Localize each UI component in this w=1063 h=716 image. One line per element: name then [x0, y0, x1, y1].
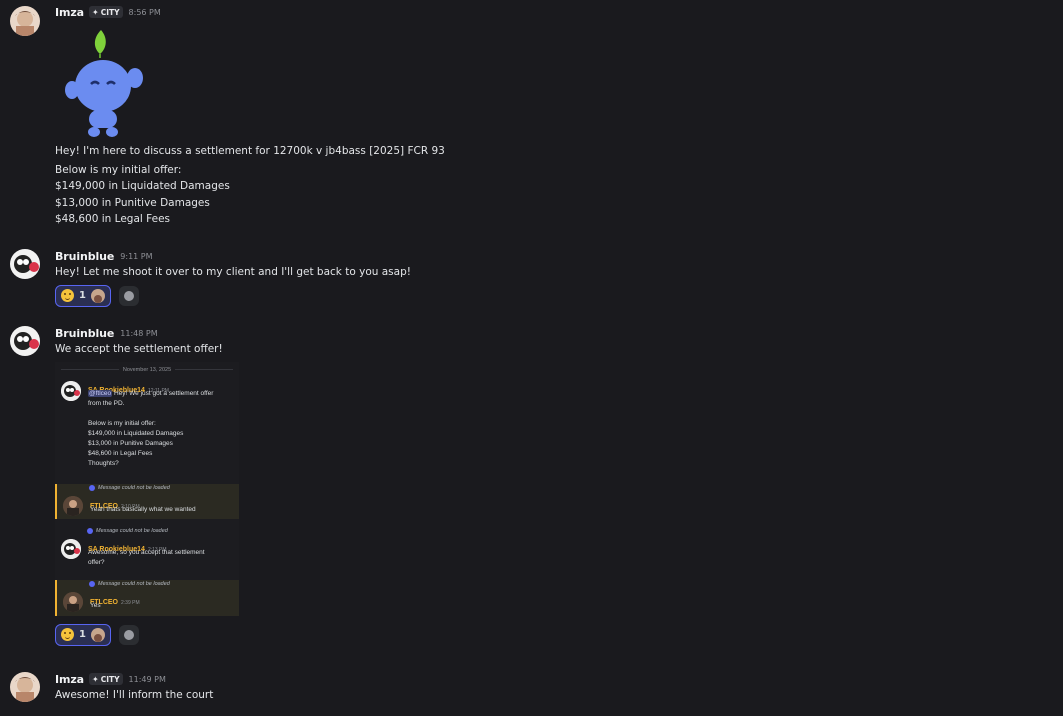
message-text: Awesome! I'll inform the court [55, 689, 214, 701]
message-text: Hey! I'm here to discuss a settlement fo… [55, 145, 445, 157]
reaction-button[interactable]: 1 [55, 623, 111, 646]
guild-tag[interactable]: ✦ CITY [88, 673, 123, 685]
slightly-smiling-face-icon [61, 628, 74, 641]
reaction-button[interactable]: 1 [55, 284, 111, 307]
add-reaction-button[interactable] [118, 624, 139, 645]
avatar[interactable] [10, 326, 40, 356]
avatar [61, 380, 81, 401]
reply-icon [89, 580, 95, 587]
message-text: $13,000 in Punitive Damages [55, 196, 210, 209]
message-text: $149,000 in Liquidated Damages [55, 180, 230, 192]
message-header: Imza ✦ CITY 11:49 PM [55, 671, 1043, 687]
message-header: Imza ✦ CITY 8:56 PM [55, 4, 1043, 20]
reply-icon [89, 484, 95, 491]
author-name[interactable]: Imza [55, 6, 84, 19]
author-name[interactable]: Imza [55, 673, 84, 686]
author-name[interactable]: Bruinblue [55, 327, 114, 340]
message-text: We accept the settlement offer! [55, 343, 223, 355]
guild-tag[interactable]: ✦ CITY [88, 6, 123, 18]
avatar[interactable] [10, 672, 40, 702]
message-header: Bruinblue 9:11 PM [55, 248, 1043, 264]
user-mention: @ftlceo [88, 389, 113, 397]
timestamp: 11:48 PM [120, 328, 158, 338]
tag-label: CITY [100, 674, 120, 684]
avatar [63, 495, 83, 516]
reply-icon [87, 527, 93, 534]
reactor-avatar [90, 288, 105, 303]
tag-icon: ✦ [91, 674, 99, 684]
embedded-message: Message could not be loaded FTLCEO 2:39 P… [55, 579, 239, 616]
message-text: $48,600 in Legal Fees [55, 213, 171, 225]
slightly-smiling-face-icon [61, 289, 74, 302]
reaction-count: 1 [79, 629, 86, 640]
message-header: Bruinblue 11:48 PM [55, 325, 1043, 341]
avatar [61, 538, 81, 559]
tag-label: CITY [100, 7, 120, 17]
blue-mascot-sticker[interactable] [55, 28, 151, 140]
date-divider: November 13, 2025 [61, 366, 233, 374]
avatar [63, 591, 83, 612]
message-text: Below is my initial offer: [55, 163, 182, 176]
tag-icon: ✦ [91, 7, 99, 17]
avatar[interactable] [10, 6, 40, 36]
attached-screenshot[interactable]: November 13, 2025 SA Rookieblue14 12:11 P… [55, 361, 239, 616]
smiley-add-icon [123, 629, 134, 640]
reaction-count: 1 [79, 290, 86, 301]
embedded-message: Message could not be loaded SA Rookieblu… [55, 527, 239, 571]
smiley-add-icon [123, 290, 134, 301]
timestamp: 9:11 PM [120, 251, 153, 261]
author-name[interactable]: Bruinblue [55, 250, 114, 263]
message-text: Hey! Let me shoot it over to my client a… [55, 266, 411, 278]
timestamp: 11:49 PM [128, 674, 166, 684]
add-reaction-button[interactable] [118, 285, 139, 306]
embedded-message: Message could not be loaded FTLCEO 2:10 P… [55, 483, 239, 519]
chat-log: Imza ✦ CITY 8:56 PM Hey! I'm here to dis… [0, 0, 1063, 716]
timestamp: 8:56 PM [128, 7, 161, 17]
avatar[interactable] [10, 249, 40, 279]
reactor-avatar [90, 627, 105, 642]
